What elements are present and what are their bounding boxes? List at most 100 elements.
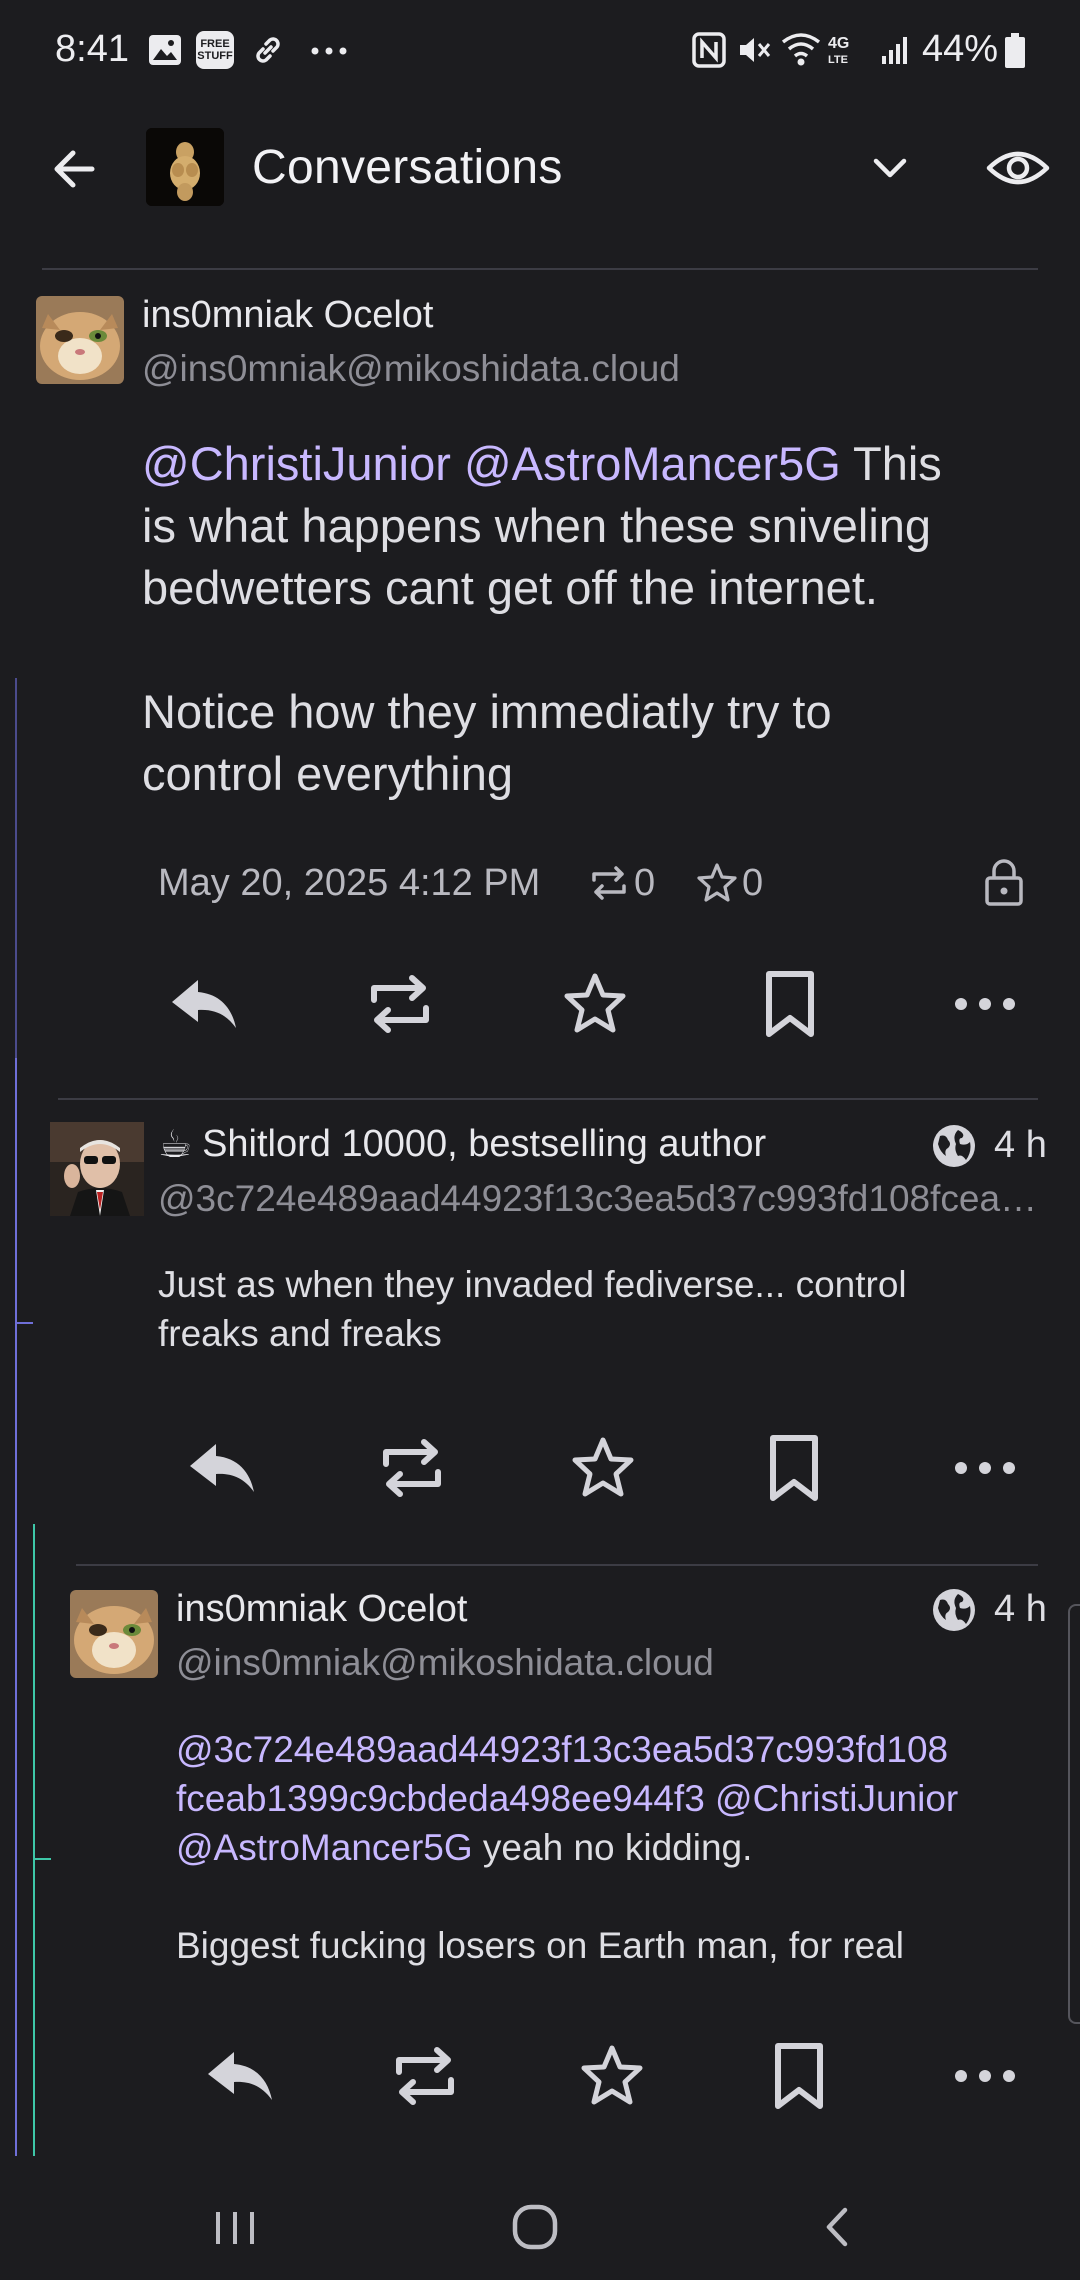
post-date: May 20, 2025 4:12 PM	[158, 862, 541, 904]
boost-count[interactable]: 0	[586, 858, 655, 908]
home-button[interactable]	[500, 2192, 570, 2262]
mute-icon	[736, 32, 772, 68]
post-content: @3c724e489aad44923f13c3ea5d37c993fd108 f…	[176, 1725, 1056, 1970]
post-time: 4 h	[994, 1588, 1047, 1630]
battery-percent: 44%	[922, 28, 999, 70]
content-line: freaks and freaks	[158, 1313, 442, 1354]
mention-link[interactable]: @AstroMancer5G	[176, 1827, 473, 1868]
boost-icon	[371, 975, 429, 1033]
content-line: control everything	[142, 747, 513, 800]
handle[interactable]: @3c724e489aad44923f13c3ea5d37c993fd108fc…	[158, 1178, 1048, 1220]
page-title: Conversations	[252, 141, 563, 194]
avatar[interactable]	[70, 1590, 158, 1678]
mention-link[interactable]: @3c724e489aad44923f13c3ea5d37c993fd108	[176, 1729, 948, 1770]
handle[interactable]: @ins0mniak@mikoshidata.cloud	[142, 348, 1042, 390]
chevron-left-icon	[826, 2207, 848, 2247]
system-nav-bar	[0, 2170, 1080, 2280]
gallery-icon	[148, 34, 182, 66]
star-outline-icon	[572, 1437, 634, 1497]
content-line: @3c724e489aad44923f13c3ea5d37c993fd108	[176, 1725, 1056, 1774]
post-time: 4 h	[994, 1124, 1047, 1166]
reply-button[interactable]	[200, 2036, 280, 2116]
reply-button[interactable]	[164, 964, 244, 1044]
divider	[58, 1098, 1038, 1100]
boost-icon	[383, 1439, 441, 1497]
link-icon	[250, 32, 286, 68]
content-line: Biggest fucking losers on Earth man, for…	[176, 1925, 905, 1966]
boost-button[interactable]	[372, 1428, 452, 1508]
thread-line	[15, 678, 17, 1058]
display-name[interactable]: ☕ Shitlord 10000, bestselling author	[158, 1122, 766, 1167]
4g-lte-icon: 4G LTE	[828, 35, 850, 67]
display-name[interactable]: ins0mniak Ocelot	[176, 1588, 467, 1631]
handle[interactable]: @ins0mniak@mikoshidata.cloud	[176, 1642, 1036, 1684]
reply-button[interactable]	[182, 1428, 262, 1508]
mention-link[interactable]: @ChristiJunior @AstroMancer5G	[142, 437, 841, 490]
scrollbar[interactable]	[1068, 1604, 1080, 2024]
content-line: @ChristiJunior @AstroMancer5G This	[142, 437, 942, 490]
more-button[interactable]	[945, 2036, 1025, 2116]
home-icon	[512, 2204, 558, 2250]
star-outline-icon	[564, 973, 626, 1033]
avatar[interactable]	[50, 1122, 144, 1216]
bookmark-icon	[766, 971, 814, 1037]
more-horizontal-icon	[955, 1462, 1015, 1474]
nfc-icon	[692, 32, 726, 68]
thread-branch	[33, 1858, 51, 1860]
recents-icon	[216, 2212, 254, 2244]
display-name[interactable]: ins0mniak Ocelot	[142, 294, 433, 337]
public-visibility-icon	[930, 1586, 978, 1634]
coffee-emoji: ☕	[158, 1124, 193, 1166]
bookmark-button[interactable]	[750, 964, 830, 1044]
status-time: 8:41	[55, 28, 129, 70]
boost-button[interactable]	[360, 964, 440, 1044]
more-horizontal-icon	[955, 998, 1015, 1010]
avatar[interactable]	[36, 296, 124, 384]
signal-icon	[880, 34, 912, 66]
content-line: Just as when they invaded fediverse... c…	[158, 1264, 907, 1305]
reply-icon	[190, 1444, 254, 1492]
recent-apps-button[interactable]	[200, 2192, 270, 2262]
free-stuff-label: FREE STUFF	[197, 38, 233, 62]
mention-link[interactable]: fceab1399c9cbdeda498ee944f3 @ChristiJuni…	[176, 1778, 958, 1819]
system-back-button[interactable]	[803, 2192, 873, 2262]
more-button[interactable]	[945, 1428, 1025, 1508]
more-notifications-icon	[310, 46, 350, 56]
bookmark-icon	[775, 2043, 823, 2109]
post-content: @ChristiJunior @AstroMancer5G This is wh…	[142, 433, 1052, 805]
favourite-button[interactable]	[563, 1428, 643, 1508]
status-bar: 8:41 FREE STUFF 4G LTE 44%	[0, 0, 1080, 100]
divider	[76, 1564, 1038, 1566]
bookmark-button[interactable]	[754, 1428, 834, 1508]
thread-line	[15, 1058, 17, 2156]
post-content: Just as when they invaded fediverse... c…	[158, 1260, 1038, 1358]
public-visibility-icon	[930, 1122, 978, 1170]
content-line: bedwetters cant get off the internet.	[142, 561, 878, 614]
visibility-button[interactable]	[982, 132, 1054, 204]
reply-icon	[172, 980, 236, 1028]
bookmark-button[interactable]	[759, 2036, 839, 2116]
battery-icon	[1004, 33, 1026, 69]
favourite-button[interactable]	[572, 2036, 652, 2116]
reply-icon	[208, 2052, 272, 2100]
account-avatar[interactable]	[146, 128, 224, 206]
content-line: @AstroMancer5G yeah no kidding.	[176, 1827, 753, 1868]
boost-icon	[592, 866, 626, 900]
divider	[42, 268, 1038, 270]
boost-button[interactable]	[385, 2036, 465, 2116]
dropdown-button[interactable]	[860, 138, 920, 198]
thread-branch	[15, 1322, 33, 1324]
chevron-down-icon	[873, 158, 907, 178]
wifi-icon	[780, 30, 822, 68]
favourite-button[interactable]	[555, 964, 635, 1044]
content-line: fceab1399c9cbdeda498ee944f3 @ChristiJuni…	[176, 1774, 1056, 1823]
lock-icon	[982, 856, 1026, 908]
favourite-count[interactable]: 0	[694, 858, 763, 908]
more-button[interactable]	[945, 964, 1025, 1044]
content-line: Notice how they immediatly try to	[142, 685, 832, 738]
bookmark-icon	[770, 1435, 818, 1501]
back-button[interactable]	[40, 134, 110, 204]
free-stuff-icon: FREE STUFF	[196, 31, 234, 69]
content-line: is what happens when these sniveling	[142, 499, 932, 552]
arrow-left-icon	[54, 150, 95, 188]
